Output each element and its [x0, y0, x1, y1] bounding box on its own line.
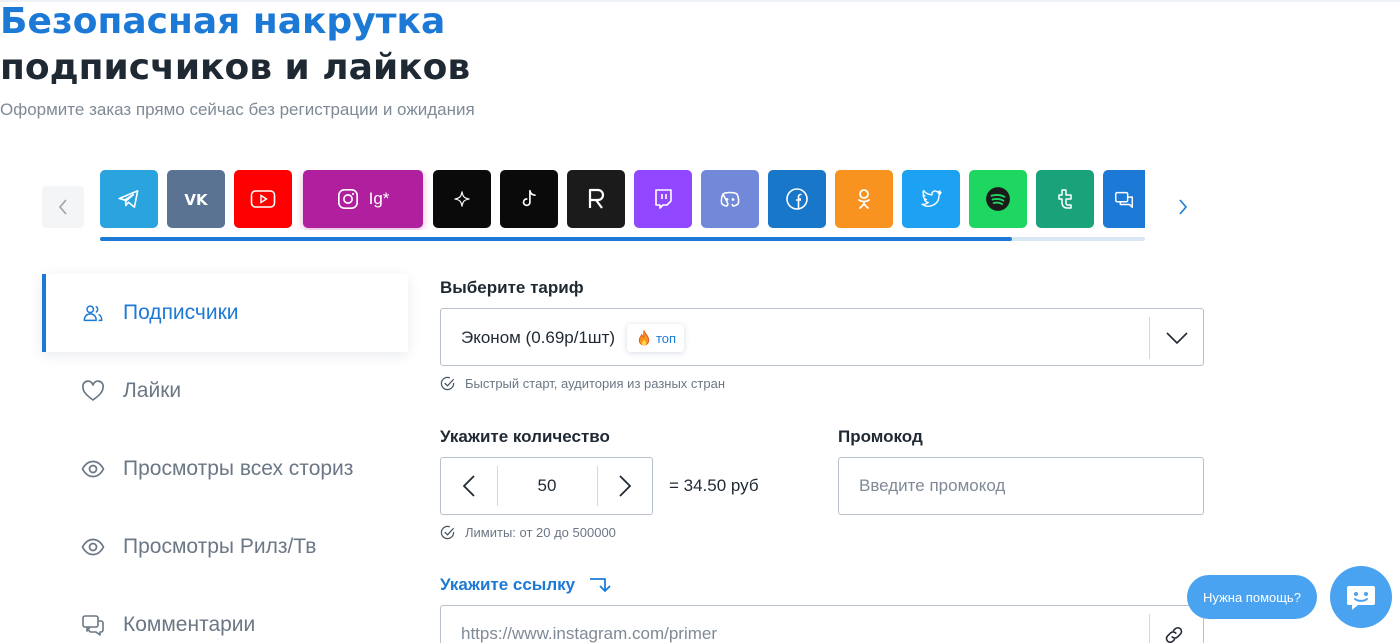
tumblr-icon — [1058, 189, 1072, 209]
odnoklassniki-icon — [858, 189, 870, 209]
chevron-left-icon — [58, 199, 67, 215]
sidebar-item-label: Комментарии — [123, 613, 256, 636]
select-divider — [1149, 317, 1150, 359]
comments-icon — [80, 612, 106, 638]
tariff-hint: Быстрый старт, аудитория из разных стран — [440, 376, 725, 391]
network-twitter-button[interactable] — [902, 170, 960, 228]
top-badge-label: топ — [656, 330, 677, 346]
twitch-icon — [655, 189, 672, 209]
network-spotify-button[interactable] — [969, 170, 1027, 228]
instagram-label: Ig* — [368, 189, 390, 208]
network-instagram-button[interactable]: Ig* — [303, 170, 423, 228]
carousel-next-button[interactable] — [1162, 186, 1204, 228]
quantity-stepper[interactable]: 50 — [440, 457, 653, 515]
link-input[interactable] — [441, 606, 1203, 643]
network-facebook-button[interactable] — [768, 170, 826, 228]
youtube-icon — [250, 190, 276, 208]
help-tooltip-button[interactable]: Нужна помощь? — [1187, 575, 1317, 619]
spotify-icon — [986, 187, 1010, 211]
network-discord-button[interactable] — [701, 170, 759, 228]
top-badge: топ — [627, 324, 685, 352]
tariff-label: Выберите тариф — [440, 278, 584, 297]
network-rutube-button[interactable] — [567, 170, 625, 228]
chevron-right-icon — [619, 475, 631, 497]
link-divider — [1149, 614, 1150, 643]
promo-field[interactable] — [838, 457, 1204, 515]
link-label-text: Укажите ссылку — [440, 575, 576, 594]
quantity-increase-button[interactable] — [597, 458, 653, 514]
order-price: = 34.50 руб — [669, 476, 759, 495]
link-icon — [1159, 620, 1189, 643]
sidebar-item-likes[interactable]: Лайки — [42, 352, 408, 430]
chevron-left-icon — [463, 475, 475, 497]
tariff-hint-text: Быстрый старт, аудитория из разных стран — [465, 376, 726, 391]
quantity-hint: Лимиты: от 20 до 500000 — [440, 525, 616, 540]
tiktok-icon — [522, 189, 536, 207]
network-twitch-button[interactable] — [634, 170, 692, 228]
chevron-down-icon — [1166, 332, 1188, 344]
svg-text:VK: VK — [184, 191, 209, 209]
sidebar-item-reels-views[interactable]: Просмотры Рилз/Тв — [42, 508, 408, 586]
network-tiktok-button[interactable] — [500, 170, 558, 228]
sidebar-item-label: Просмотры Рилз/Тв — [123, 535, 317, 558]
sidebar-item-label: Лайки — [123, 379, 182, 402]
rutube-r-icon — [588, 188, 605, 209]
eye-icon — [80, 534, 106, 560]
arrow-down-right-icon — [590, 578, 611, 592]
instagram-icon — [337, 189, 358, 209]
carousel-prev-button[interactable] — [42, 186, 84, 228]
sidebar-item-followers[interactable]: Подписчики — [42, 274, 408, 352]
network-odnoklassniki-button[interactable] — [835, 170, 893, 228]
network-sparkle-button[interactable] — [433, 170, 491, 228]
sidebar-item-label: Просмотры всех сториз — [123, 457, 354, 480]
carousel-scrollbar-thumb[interactable] — [100, 237, 1013, 241]
network-tumblr-button[interactable] — [1036, 170, 1094, 228]
hero-title-line1: Безопасная накрутка — [0, 1, 446, 42]
sidebar-item-stories-views[interactable]: Просмотры всех сториз — [42, 430, 408, 508]
sidebar-item-comments[interactable]: Комментарии — [42, 586, 408, 643]
service-sidebar: Подписчики Лайки Просмотры всех сториз П… — [42, 274, 408, 643]
sidebar-item-label: Подписчики — [123, 301, 239, 324]
users-icon — [80, 300, 106, 326]
sparkle-icon — [454, 191, 470, 207]
twitter-icon — [921, 189, 942, 207]
carousel-scrollbar[interactable] — [100, 237, 1145, 241]
tariff-selected-value: Эконом (0.69р/1шт) — [461, 328, 616, 347]
check-circle-icon — [440, 376, 455, 391]
eye-icon — [80, 456, 106, 482]
tariff-select[interactable]: Эконом (0.69р/1шт) топ — [440, 308, 1204, 366]
hero-subtitle: Оформите заказ прямо сейчас без регистра… — [0, 100, 475, 119]
heart-icon — [80, 378, 106, 404]
chat-smile-icon — [1347, 586, 1375, 610]
network-youtube-button[interactable] — [234, 170, 292, 228]
discord-icon — [720, 191, 740, 207]
promo-input[interactable] — [839, 458, 1203, 514]
chevron-right-icon — [1179, 199, 1188, 215]
link-field[interactable] — [440, 605, 1204, 643]
link-label: Укажите ссылку — [440, 575, 611, 595]
fire-icon — [638, 329, 650, 346]
network-telegram-button[interactable] — [100, 170, 158, 228]
quantity-hint-text: Лимиты: от 20 до 500000 — [465, 525, 616, 540]
promo-label: Промокод — [838, 427, 923, 446]
support-chat-button[interactable] — [1330, 566, 1392, 628]
tariff-dropdown-toggle[interactable] — [1157, 321, 1197, 355]
hero-title-line2: подписчиков и лайков — [0, 47, 471, 88]
network-vk-button[interactable]: VK — [167, 170, 225, 228]
quantity-label: Укажите количество — [440, 427, 610, 446]
check-circle-icon — [440, 525, 455, 540]
social-network-carousel: VK Ig* — [100, 170, 1145, 230]
quantity-decrease-button[interactable] — [441, 458, 497, 514]
facebook-icon — [786, 188, 808, 210]
quantity-value[interactable]: 50 — [497, 458, 597, 514]
chat-icon — [1115, 191, 1133, 208]
telegram-icon — [118, 190, 139, 208]
network-chat-button[interactable] — [1103, 170, 1145, 228]
vk-icon: VK — [184, 191, 209, 209]
